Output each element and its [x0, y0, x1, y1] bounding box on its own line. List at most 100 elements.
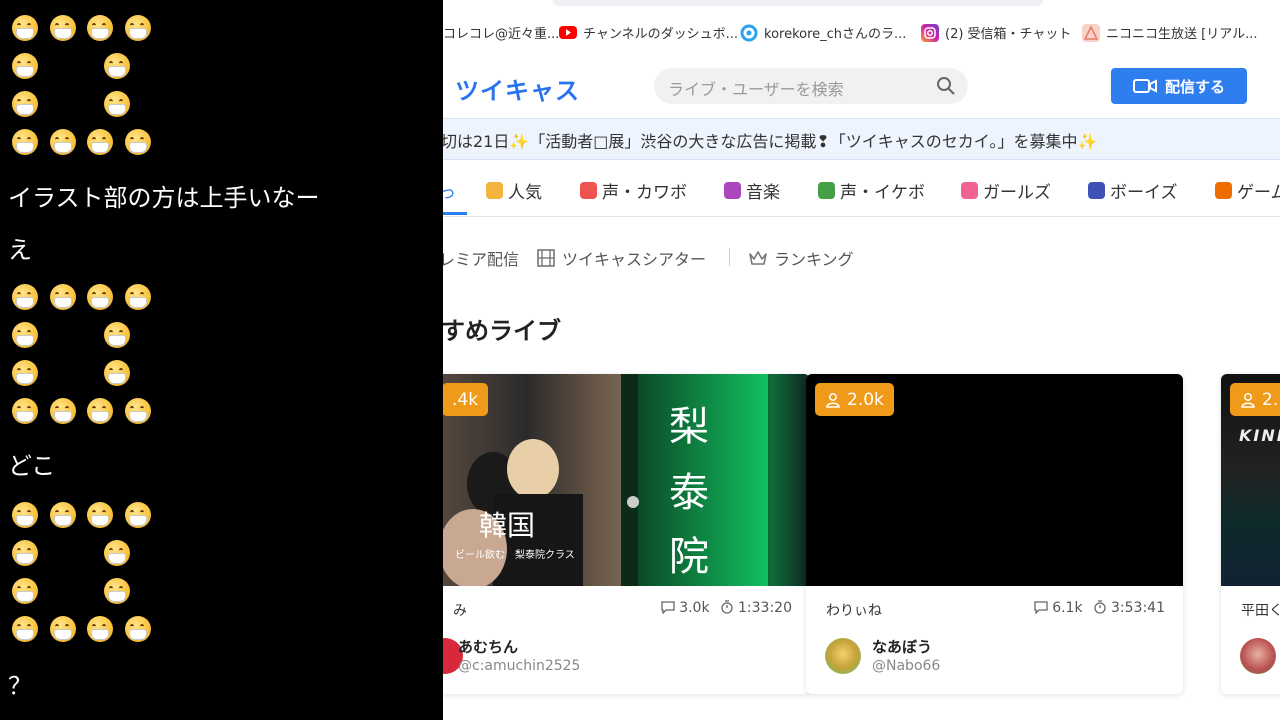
thumbnail-caption: ビール飲む 梨泰院クラス	[455, 550, 575, 561]
bookmarks-bar: コレコレ@近々重... チャンネルのダッシュボ... korekore_chさん…	[443, 0, 1280, 59]
viewer-count: .4k	[452, 389, 479, 410]
ribbon-icon	[961, 182, 978, 199]
tab-label: 人気	[508, 183, 542, 203]
mask-face-emoji-icon	[104, 360, 130, 386]
mask-face-emoji-icon	[104, 322, 130, 348]
mic-icon	[818, 182, 835, 199]
tab-home[interactable]: っ	[443, 178, 456, 203]
mask-face-emoji-icon	[104, 53, 130, 79]
bookmark-item[interactable]: チャンネルのダッシュボ...	[559, 23, 738, 42]
mask-face-emoji-icon	[125, 15, 151, 41]
tab-cute-voice[interactable]: 声・カワボ	[580, 178, 687, 203]
crown-outline-icon	[749, 251, 767, 265]
mask-face-emoji-icon	[12, 15, 38, 41]
bookmark-item[interactable]: ニコニコ生放送 [リアル...	[1082, 23, 1257, 42]
mask-face-emoji-icon	[12, 502, 38, 528]
tab-label: っ	[443, 183, 456, 203]
mask-face-emoji-icon	[104, 91, 130, 117]
tab-label: 声・イケボ	[840, 183, 925, 203]
mask-face-emoji-icon	[50, 15, 76, 41]
thumbnail-caption: 泰	[669, 470, 709, 516]
film-icon	[537, 249, 555, 267]
mask-face-emoji-icon	[50, 616, 76, 642]
live-stats: 6.1k 3:53:41	[1034, 600, 1165, 616]
chat-message: ？	[8, 672, 32, 700]
announcement-banner[interactable]: 切は21日✨「活動者□展」渋谷の大きな広告に掲載❢「ツイキャスのセカイ。」を募集…	[443, 118, 1280, 160]
live-thumbnail[interactable]: KINE 2.	[1221, 374, 1280, 586]
avatar[interactable]	[1240, 638, 1276, 674]
category-tabs: っ 人気 声・カワボ 音楽 声・イケボ ガールズ ボーイズ ゲーム	[443, 160, 1280, 217]
theater-link[interactable]: ツイキャスシアター	[536, 246, 706, 270]
tab-label: ボーイズ	[1110, 183, 1178, 203]
ranking-link[interactable]: ランキング	[748, 246, 854, 270]
subnav-label: ツイキャスシアター	[562, 250, 707, 269]
tab-label: 音楽	[746, 183, 780, 203]
music-note-icon	[724, 182, 741, 199]
live-thumbnail[interactable]: 梨 泰 院 韓国 ビール飲む 梨泰院クラス .4k	[443, 374, 810, 586]
heart-icon	[580, 182, 597, 199]
search-input[interactable]: ライブ・ユーザーを検索	[654, 68, 968, 104]
mask-face-emoji-icon	[12, 360, 38, 386]
section-title: すめライブ	[443, 317, 561, 345]
subnav-label: ランキング	[774, 250, 854, 269]
live-thumbnail[interactable]: 2.0k	[806, 374, 1183, 586]
chat-message: イラスト部の方は上手いなー	[8, 184, 320, 212]
bookmark-label: チャンネルのダッシュボ...	[583, 27, 739, 42]
video-camera-icon	[1132, 79, 1157, 93]
tab-label: ガールズ	[983, 183, 1051, 203]
mask-face-emoji-icon	[12, 540, 38, 566]
user-name[interactable]: あむちん	[458, 636, 518, 657]
tab-popular[interactable]: 人気	[486, 178, 542, 203]
search-placeholder: ライブ・ユーザーを検索	[668, 80, 844, 99]
mask-face-emoji-icon	[87, 15, 113, 41]
person-icon	[826, 392, 840, 408]
viewer-count: 2.0k	[847, 389, 884, 410]
bookmark-item[interactable]: (2) 受信箱・チャット	[921, 23, 1071, 42]
site-logo[interactable]: ツイキャス	[455, 71, 580, 106]
premiere-link[interactable]: レミア配信	[443, 246, 519, 270]
person-icon	[1241, 392, 1255, 408]
bookmark-item[interactable]: korekore_chさんのラ...	[740, 23, 906, 42]
tab-boys[interactable]: ボーイズ	[1088, 178, 1178, 203]
bookmark-label: korekore_chさんのラ...	[764, 27, 907, 42]
viewer-count: 2.	[1262, 389, 1279, 410]
mask-face-emoji-icon	[12, 616, 38, 642]
comment-stat: 3.0k	[661, 600, 710, 616]
timer-icon	[1093, 600, 1106, 614]
user-name[interactable]: なあぼう	[872, 636, 932, 657]
bookmark-label: ニコニコ生放送 [リアル...	[1106, 27, 1258, 42]
mask-face-emoji-icon	[87, 398, 113, 424]
mask-face-emoji-icon	[12, 578, 38, 604]
viewer-count-badge: 2.	[1230, 383, 1280, 416]
comment-icon	[661, 601, 675, 615]
mask-face-emoji-icon	[125, 398, 151, 424]
mask-face-emoji-icon	[87, 129, 113, 155]
comment-icon	[1034, 601, 1048, 615]
mask-face-emoji-icon	[87, 616, 113, 642]
avatar[interactable]	[825, 638, 861, 674]
thumbnail-caption: 韓国	[479, 509, 536, 542]
tab-girls[interactable]: ガールズ	[961, 178, 1051, 203]
viewer-count-badge: .4k	[443, 383, 489, 416]
live-card[interactable]: 2.0k わりぃね 6.1k 3:53:41 なあぼう @Nabo66	[806, 374, 1183, 694]
gamepad-icon	[1215, 182, 1232, 199]
user-id: @c:amuchin2525	[458, 658, 581, 674]
mask-face-emoji-icon	[50, 502, 76, 528]
start-stream-button[interactable]: 配信する	[1111, 68, 1247, 104]
sub-navigation: レミア配信 ツイキャスシアター ランキング	[443, 240, 1280, 272]
tab-game[interactable]: ゲーム	[1215, 178, 1280, 203]
mask-face-emoji-icon	[12, 398, 38, 424]
mask-face-emoji-icon	[87, 284, 113, 310]
mask-face-emoji-icon	[50, 129, 76, 155]
mask-face-emoji-icon	[50, 284, 76, 310]
tab-cool-voice[interactable]: 声・イケボ	[818, 178, 925, 203]
niconico-icon	[1082, 23, 1100, 42]
mask-face-emoji-icon	[104, 578, 130, 604]
mask-face-emoji-icon	[87, 502, 113, 528]
mask-face-emoji-icon	[125, 284, 151, 310]
live-card[interactable]: KINE 2. 平田く	[1221, 374, 1280, 694]
bookmark-item[interactable]: コレコレ@近々重...	[443, 23, 559, 42]
tab-music[interactable]: 音楽	[724, 178, 780, 203]
search-icon[interactable]	[936, 76, 956, 96]
live-card[interactable]: 梨 泰 院 韓国 ビール飲む 梨泰院クラス .4k み 3.0k 1:33:20…	[443, 374, 810, 694]
